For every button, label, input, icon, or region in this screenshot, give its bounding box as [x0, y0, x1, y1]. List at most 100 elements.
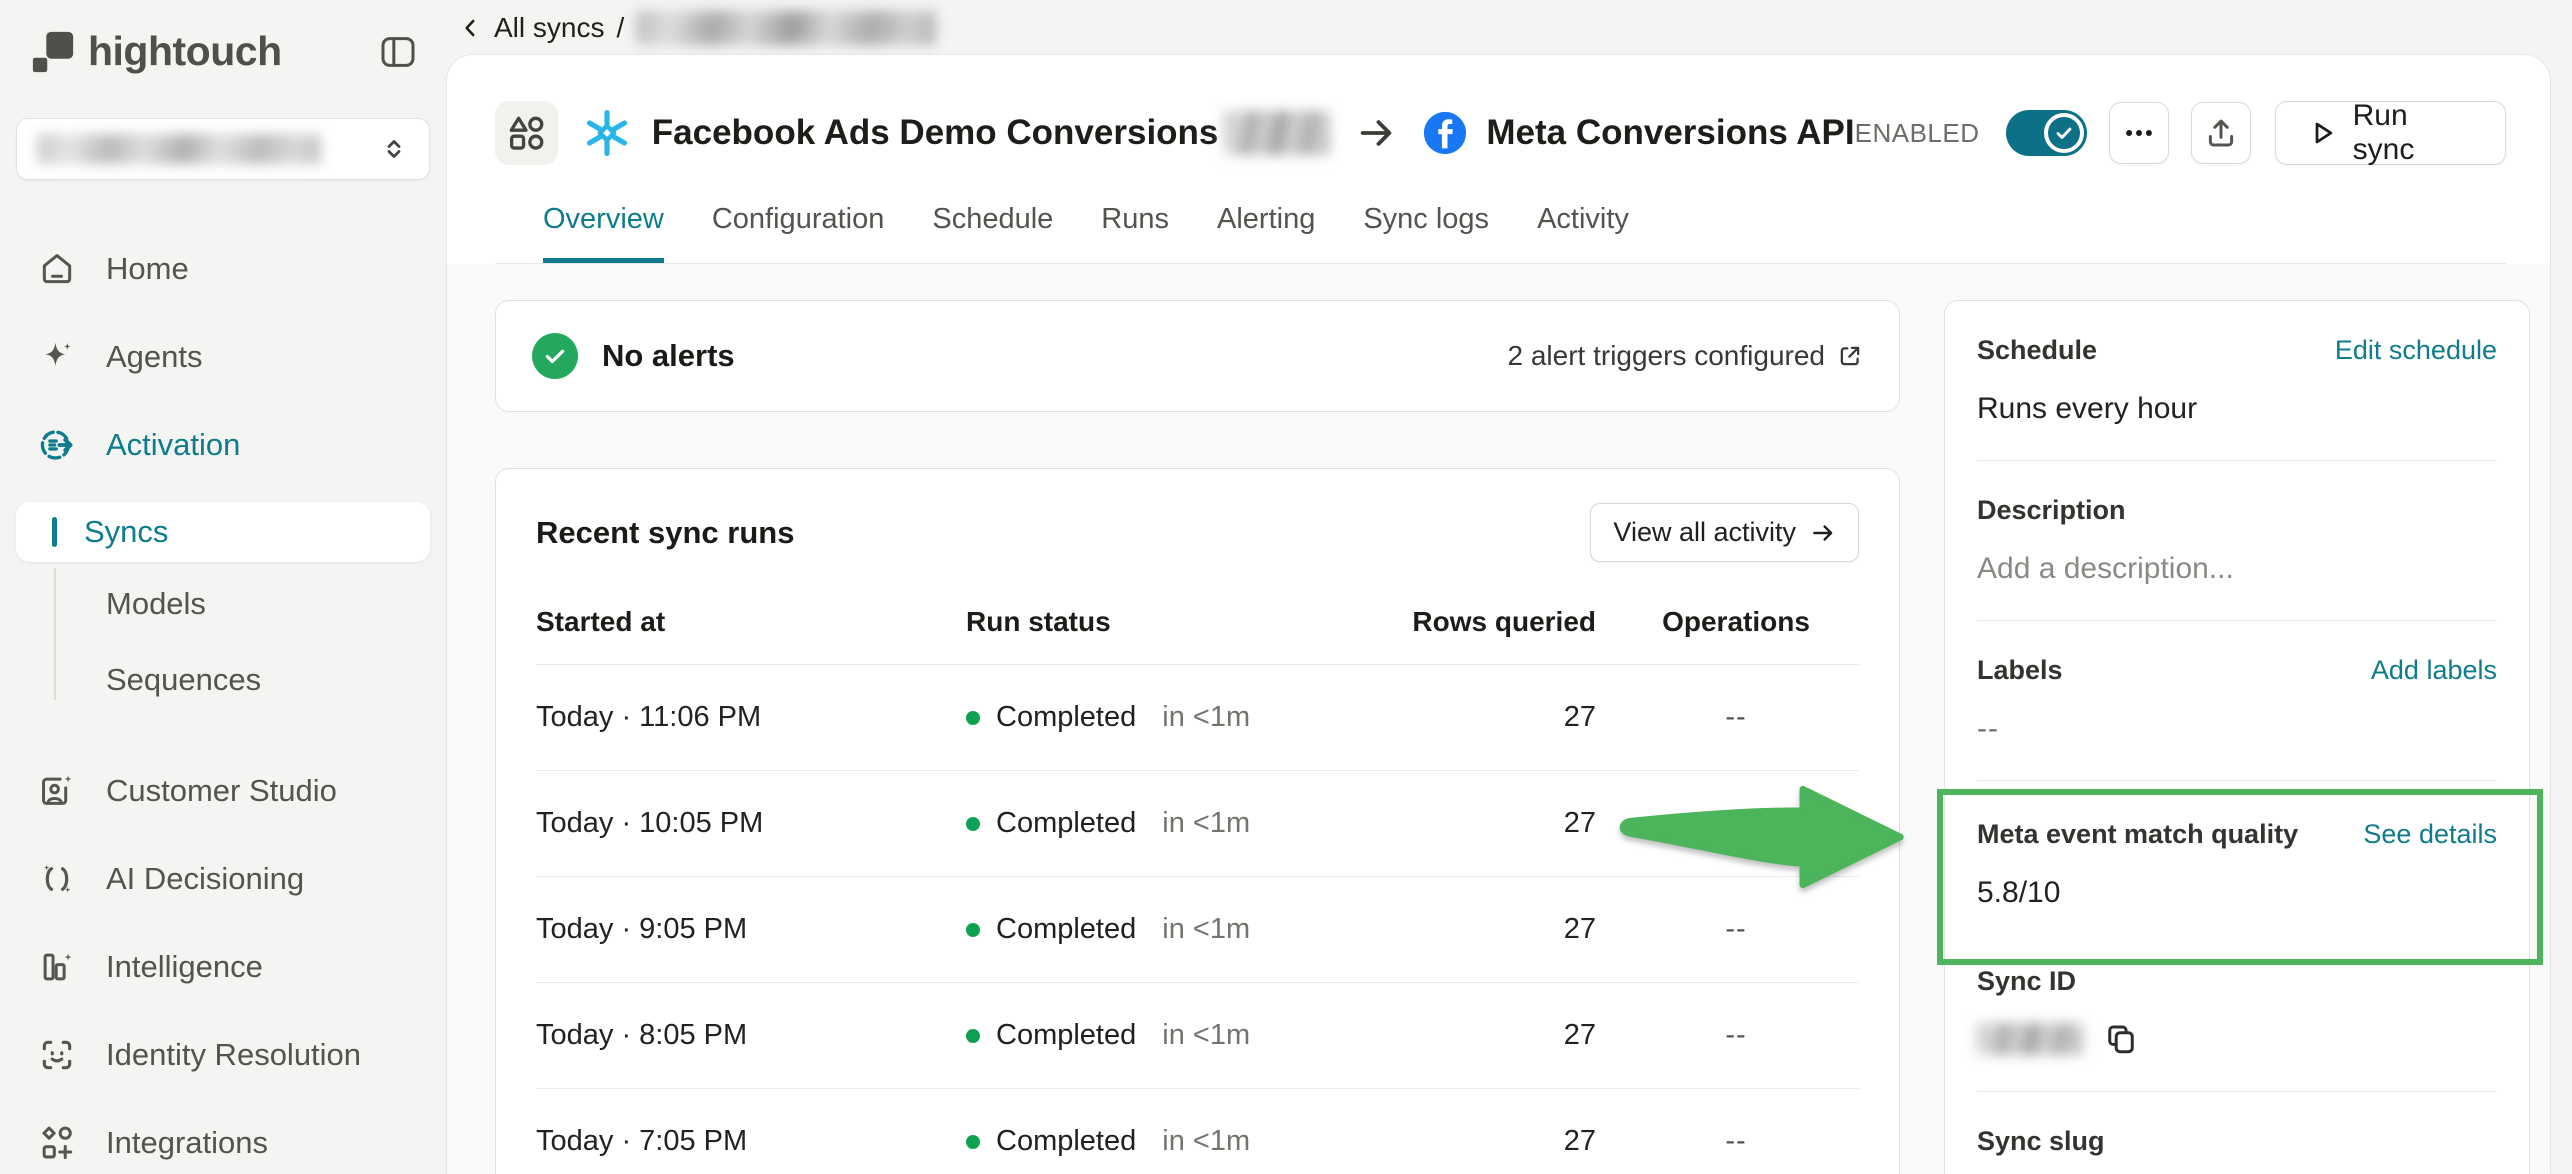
sidebar-item-label: AI Decisioning — [106, 861, 304, 897]
enabled-status-label: ENABLED — [1855, 118, 1980, 149]
sidebar-item-activation[interactable]: Activation — [16, 414, 430, 476]
sidebar: hightouch Home Agents Activation — [0, 0, 447, 1174]
status-dot — [966, 1135, 980, 1149]
toggle-check-icon — [2044, 113, 2084, 153]
alerts-title: No alerts — [602, 338, 735, 374]
col-operations: Operations — [1606, 606, 1866, 638]
sidebar-item-label: Activation — [106, 427, 240, 463]
tab-configuration[interactable]: Configuration — [712, 203, 885, 263]
table-row[interactable]: Today · 9:05 PM Completedin <1m 27 -- — [536, 877, 1859, 983]
home-icon — [38, 250, 76, 288]
sidebar-item-label: Models — [106, 586, 206, 622]
labels-label: Labels — [1977, 655, 2063, 686]
sidebar-item-home[interactable]: Home — [16, 238, 430, 300]
success-check-icon — [532, 333, 578, 379]
breadcrumb-separator: / — [616, 12, 624, 44]
sync-id-value-redacted — [1977, 1023, 2083, 1055]
schedule-label: Schedule — [1977, 335, 2097, 366]
external-link-icon — [1837, 343, 1863, 369]
model-shapes-icon — [495, 101, 558, 165]
tab-bar: Overview Configuration Schedule Runs Ale… — [495, 203, 2506, 264]
table-row[interactable]: Today · 7:05 PM Completedin <1m 27 -- — [536, 1089, 1859, 1174]
sidebar-item-intelligence[interactable]: Intelligence — [16, 936, 430, 998]
sidebar-item-agents[interactable]: Agents — [16, 326, 430, 388]
identity-resolution-icon — [38, 1036, 76, 1074]
description-placeholder[interactable]: Add a description... — [1977, 552, 2497, 586]
recent-runs-title: Recent sync runs — [536, 515, 794, 551]
destination-title: Meta Conversions API — [1486, 113, 1854, 153]
schedule-section: Schedule Edit schedule Runs every hour — [1945, 301, 2529, 461]
run-sync-button[interactable]: Run sync — [2275, 101, 2506, 165]
sidebar-item-label: Sequences — [106, 662, 261, 698]
table-row[interactable]: Today · 8:05 PM Completedin <1m 27 -- — [536, 983, 1859, 1089]
sidebar-item-customer-studio[interactable]: Customer Studio — [16, 760, 430, 822]
sync-id-section: Sync ID — [1945, 910, 2529, 1092]
hightouch-logo-icon — [30, 29, 76, 75]
export-button[interactable] — [2191, 102, 2251, 164]
chevron-left-icon — [458, 15, 484, 41]
recent-sync-runs-card: Recent sync runs View all activity Start… — [495, 468, 1900, 1174]
schedule-value: Runs every hour — [1977, 392, 2497, 426]
sparkle-icon — [38, 338, 76, 376]
sidebar-item-integrations[interactable]: Integrations — [16, 1112, 430, 1174]
facebook-icon — [1422, 110, 1468, 156]
tab-sync-logs[interactable]: Sync logs — [1363, 203, 1489, 263]
table-row[interactable]: Today · 10:05 PM Completedin <1m 27 -- — [536, 771, 1859, 877]
sidebar-item-identity-resolution[interactable]: Identity Resolution — [16, 1024, 430, 1086]
workspace-name-redacted — [37, 134, 321, 164]
sidebar-collapse-icon[interactable] — [376, 30, 420, 74]
alert-triggers-link[interactable]: 2 alert triggers configured — [1507, 340, 1863, 372]
description-section: Description Add a description... — [1945, 461, 2529, 621]
enabled-toggle[interactable] — [2006, 110, 2087, 156]
sync-header: Facebook Ads Demo Conversions Meta Conve… — [447, 55, 2550, 264]
status-dot — [966, 923, 980, 937]
sidebar-item-models[interactable]: Models — [16, 576, 430, 632]
sidebar-item-syncs[interactable]: Syncs — [16, 502, 430, 562]
copy-icon[interactable] — [2103, 1021, 2139, 1057]
sidebar-item-ai-decisioning[interactable]: AI Decisioning — [16, 848, 430, 910]
workspace-selector[interactable] — [16, 118, 430, 180]
tab-activity[interactable]: Activity — [1537, 203, 1629, 263]
table-header-row: Started at Run status Rows queried Opera… — [536, 606, 1859, 665]
brand-wordmark: hightouch — [88, 28, 282, 75]
alerts-card: No alerts 2 alert triggers configured — [495, 300, 1900, 412]
description-label: Description — [1977, 495, 2126, 526]
sidebar-item-label: Integrations — [106, 1125, 268, 1161]
see-details-link[interactable]: See details — [2363, 819, 2497, 850]
edit-schedule-link[interactable]: Edit schedule — [2335, 335, 2497, 366]
tab-runs[interactable]: Runs — [1101, 203, 1169, 263]
ai-decisioning-icon — [38, 860, 76, 898]
more-actions-button[interactable] — [2109, 102, 2169, 164]
labels-value: -- — [1977, 712, 2497, 746]
col-run-status: Run status — [966, 606, 1366, 638]
sidebar-item-label: Home — [106, 251, 189, 287]
view-all-activity-button[interactable]: View all activity — [1590, 503, 1859, 562]
export-icon — [2204, 116, 2238, 150]
sync-details-panel: Schedule Edit schedule Runs every hour D… — [1944, 300, 2530, 1174]
snowflake-icon — [582, 108, 632, 158]
sidebar-item-label: Syncs — [84, 514, 168, 550]
arrow-right-icon — [1356, 113, 1396, 153]
active-indicator — [52, 517, 57, 547]
labels-section: Labels Add labels -- — [1945, 621, 2529, 781]
arrow-right-icon — [1810, 520, 1836, 546]
sidebar-item-label: Intelligence — [106, 949, 263, 985]
chevron-up-down-icon — [379, 134, 409, 164]
match-quality-value: 5.8/10 — [1977, 876, 2497, 910]
tab-schedule[interactable]: Schedule — [932, 203, 1053, 263]
integrations-icon — [38, 1124, 76, 1162]
sidebar-item-sequences[interactable]: Sequences — [16, 652, 430, 708]
sidebar-item-label: Identity Resolution — [106, 1037, 361, 1073]
sync-slug-label: Sync slug — [1977, 1126, 2105, 1157]
breadcrumb-all-syncs[interactable]: All syncs — [494, 12, 604, 44]
nav-tree-line — [54, 568, 56, 700]
sidebar-item-label: Agents — [106, 339, 203, 375]
breadcrumb-current-redacted — [636, 11, 936, 45]
table-row[interactable]: Today · 11:06 PM Completedin <1m 27 -- — [536, 665, 1859, 771]
add-labels-link[interactable]: Add labels — [2371, 655, 2497, 686]
sync-id-label: Sync ID — [1977, 966, 2076, 997]
tab-alerting[interactable]: Alerting — [1217, 203, 1315, 263]
tab-overview[interactable]: Overview — [543, 203, 664, 263]
ellipsis-icon — [2122, 116, 2156, 150]
intelligence-icon — [38, 948, 76, 986]
